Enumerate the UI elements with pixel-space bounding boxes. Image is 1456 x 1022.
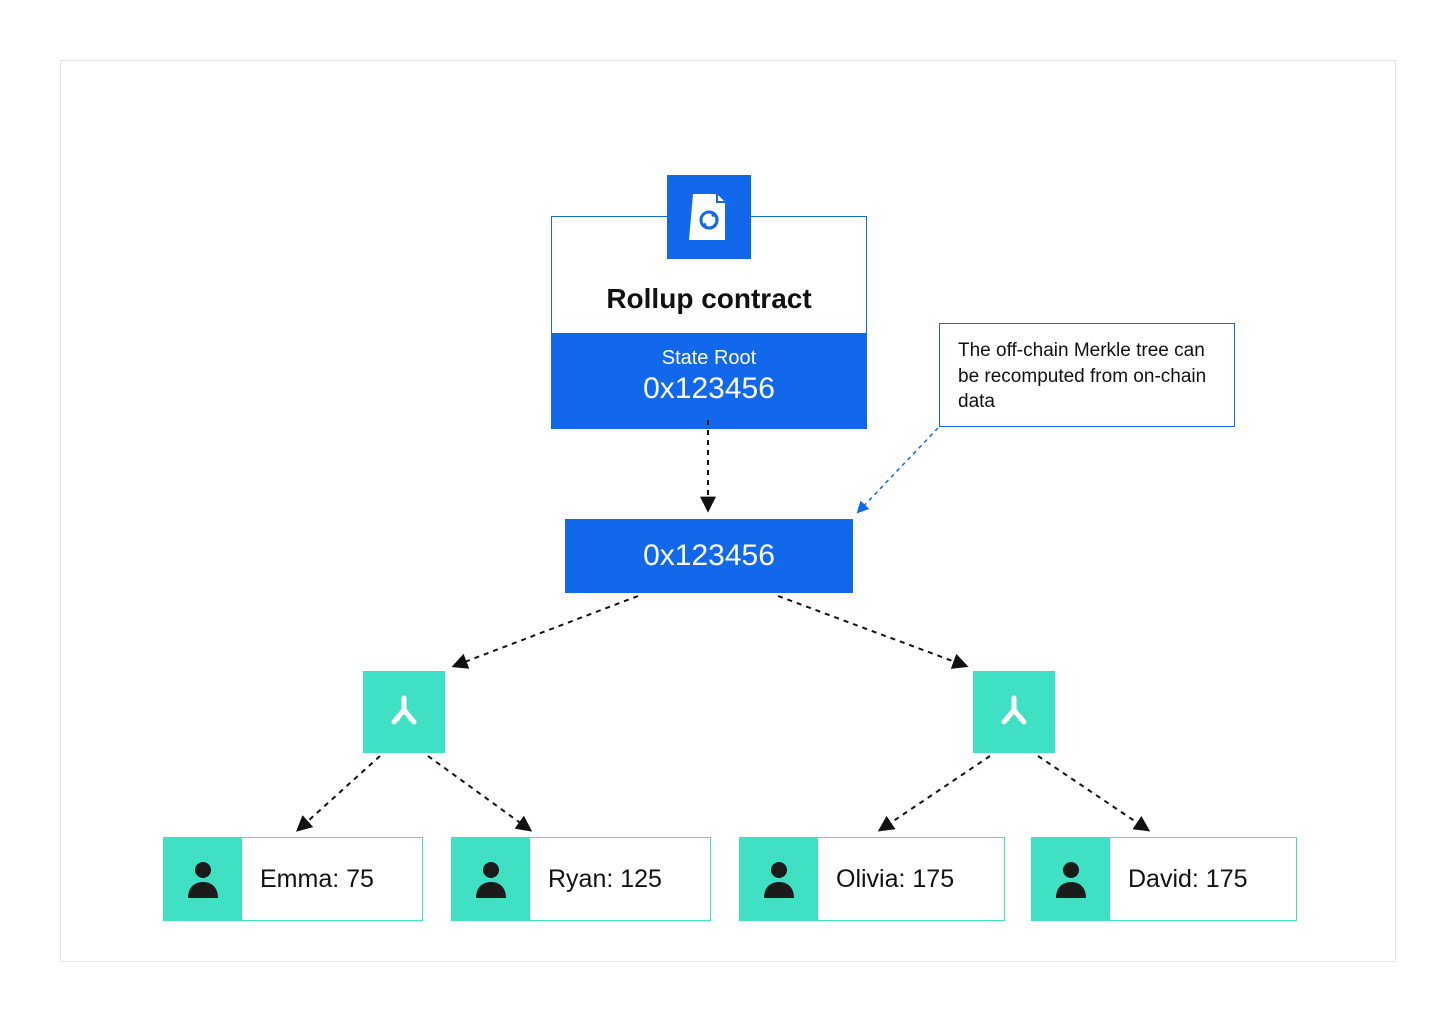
merkle-branch-right [973, 671, 1055, 753]
merkle-root-node: 0x123456 [565, 519, 853, 593]
merkle-leaf: Olivia: 175 [739, 837, 1005, 921]
merkle-root-hash: 0x123456 [643, 539, 775, 572]
merkle-callout: The off-chain Merkle tree can be recompu… [939, 323, 1235, 427]
merkle-leaf: Emma: 75 [163, 837, 423, 921]
diagram-frame: Rollup contract State Root 0x123456 The … [60, 60, 1396, 962]
leaf-label: David: 175 [1110, 838, 1296, 920]
merge-icon [994, 692, 1034, 732]
user-icon [1032, 838, 1110, 920]
leaf-label: Emma: 75 [242, 838, 422, 920]
state-root-label: State Root [552, 347, 866, 370]
user-icon [452, 838, 530, 920]
user-icon [164, 838, 242, 920]
leaf-label: Olivia: 175 [818, 838, 1004, 920]
merkle-leaf: David: 175 [1031, 837, 1297, 921]
user-icon [740, 838, 818, 920]
merkle-branch-left [363, 671, 445, 753]
contract-state-root: State Root 0x123456 [552, 333, 866, 428]
merkle-callout-text: The off-chain Merkle tree can be recompu… [958, 340, 1206, 412]
merge-icon [384, 692, 424, 732]
state-root-hash: 0x123456 [552, 372, 866, 406]
rollup-contract-box: Rollup contract State Root 0x123456 [551, 216, 867, 429]
merkle-leaf: Ryan: 125 [451, 837, 711, 921]
leaf-label: Ryan: 125 [530, 838, 710, 920]
contract-file-icon [667, 175, 751, 259]
